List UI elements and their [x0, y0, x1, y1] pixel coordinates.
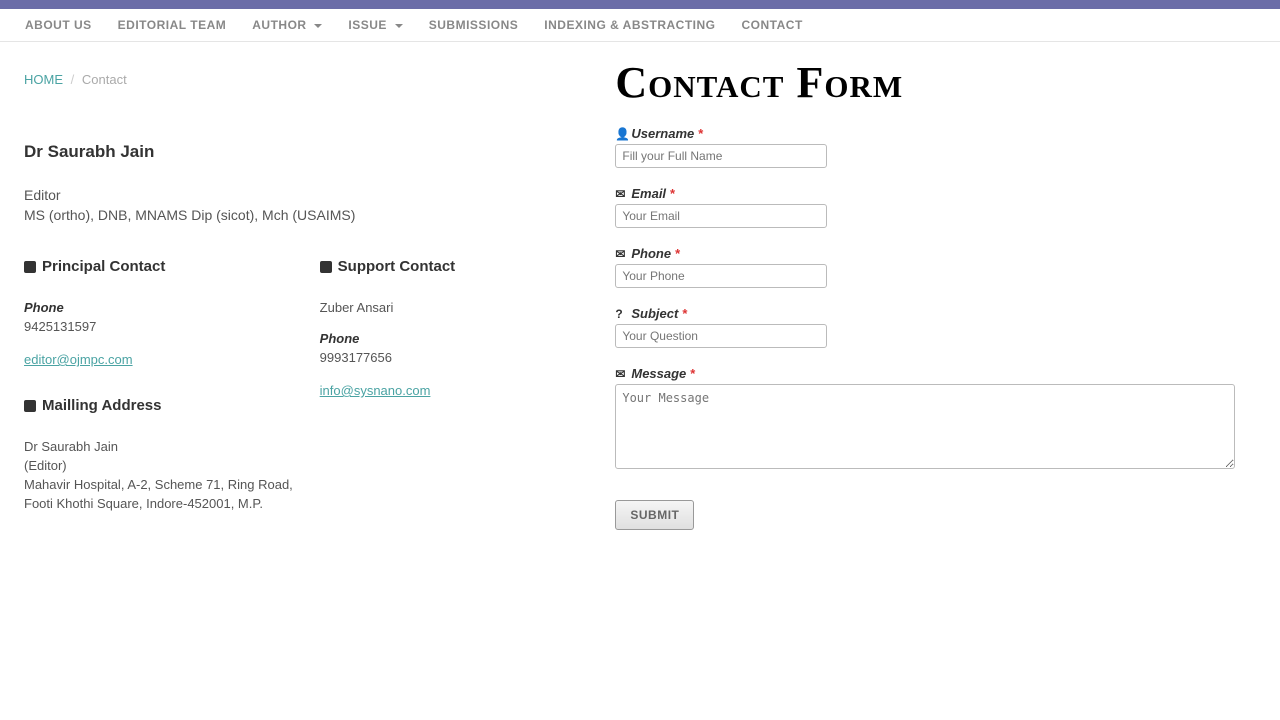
nav-editorial[interactable]: EDITORIAL TEAM [105, 18, 240, 32]
principal-heading: Principal Contact [42, 258, 165, 275]
address-book-icon [24, 400, 36, 412]
phone-label: Phone [631, 246, 671, 261]
mailing-line2: (Editor) [24, 458, 320, 473]
contact-info-column: HOME / Contact Dr Saurabh Jain Editor MS… [24, 42, 615, 530]
support-contact-block: Support Contact Zuber Ansari Phone 99931… [320, 258, 616, 515]
support-heading: Support Contact [338, 258, 456, 275]
phone-input[interactable] [615, 264, 827, 288]
subject-label: Subject [631, 306, 678, 321]
message-label: Message [631, 366, 686, 381]
support-name: Zuber Ansari [320, 300, 616, 315]
nav-indexing[interactable]: INDEXING & ABSTRACTING [531, 18, 728, 32]
main-nav: ABOUT US EDITORIAL TEAM AUTHOR ISSUE SUB… [0, 9, 1280, 42]
chevron-down-icon [314, 24, 322, 28]
message-textarea[interactable] [615, 384, 1235, 469]
nav-submissions[interactable]: SUBMISSIONS [416, 18, 532, 32]
email-label: Email [631, 186, 666, 201]
mailing-heading: Mailling Address [42, 397, 161, 414]
address-card-icon [24, 261, 36, 273]
mailing-line3: Mahavir Hospital, A-2, Scheme 71, Ring R… [24, 477, 320, 492]
principal-phone-label: Phone [24, 300, 320, 315]
nav-issue[interactable]: ISSUE [335, 18, 415, 32]
contact-person-name: Dr Saurabh Jain [24, 142, 615, 162]
nav-author-label: AUTHOR [252, 18, 306, 32]
nav-about[interactable]: ABOUT US [12, 18, 105, 32]
principal-contact-block: Principal Contact Phone 9425131597 edito… [24, 258, 320, 515]
user-icon: 👤 [615, 127, 627, 141]
submit-button[interactable]: SUBMIT [615, 500, 694, 530]
form-title: Contact Form [615, 57, 1256, 108]
contact-person-credentials: MS (ortho), DNB, MNAMS Dip (sicot), Mch … [24, 207, 615, 223]
required-marker: * [675, 246, 680, 261]
support-phone-label: Phone [320, 331, 616, 346]
mailing-line1: Dr Saurabh Jain [24, 439, 320, 454]
required-marker: * [698, 126, 703, 141]
principal-email-link[interactable]: editor@ojmpc.com [24, 352, 133, 367]
email-input[interactable] [615, 204, 827, 228]
username-label: Username [631, 126, 694, 141]
support-phone-value: 9993177656 [320, 350, 616, 365]
support-email-link[interactable]: info@sysnano.com [320, 383, 431, 398]
envelope-icon: ✉ [615, 187, 627, 201]
contact-person-role: Editor [24, 187, 615, 203]
username-input[interactable] [615, 144, 827, 168]
question-icon: ? [615, 307, 627, 321]
breadcrumb: HOME / Contact [24, 72, 615, 87]
mailing-line4: Footi Khothi Square, Indore-452001, M.P. [24, 496, 320, 511]
nav-issue-label: ISSUE [348, 18, 387, 32]
nav-contact[interactable]: CONTACT [729, 18, 816, 32]
chevron-down-icon [395, 24, 403, 28]
subject-input[interactable] [615, 324, 827, 348]
required-marker: * [670, 186, 675, 201]
breadcrumb-separator: / [71, 72, 75, 87]
breadcrumb-current: Contact [82, 72, 127, 87]
required-marker: * [682, 306, 687, 321]
top-accent-bar [0, 0, 1280, 9]
link-icon [320, 261, 332, 273]
contact-form-column: Contact Form 👤 Username * ✉ Email * ✉ Ph… [615, 42, 1256, 530]
principal-phone-value: 9425131597 [24, 319, 320, 334]
envelope-icon: ✉ [615, 247, 627, 261]
required-marker: * [690, 366, 695, 381]
envelope-icon: ✉ [615, 367, 627, 381]
breadcrumb-home[interactable]: HOME [24, 72, 63, 87]
nav-author[interactable]: AUTHOR [239, 18, 335, 32]
